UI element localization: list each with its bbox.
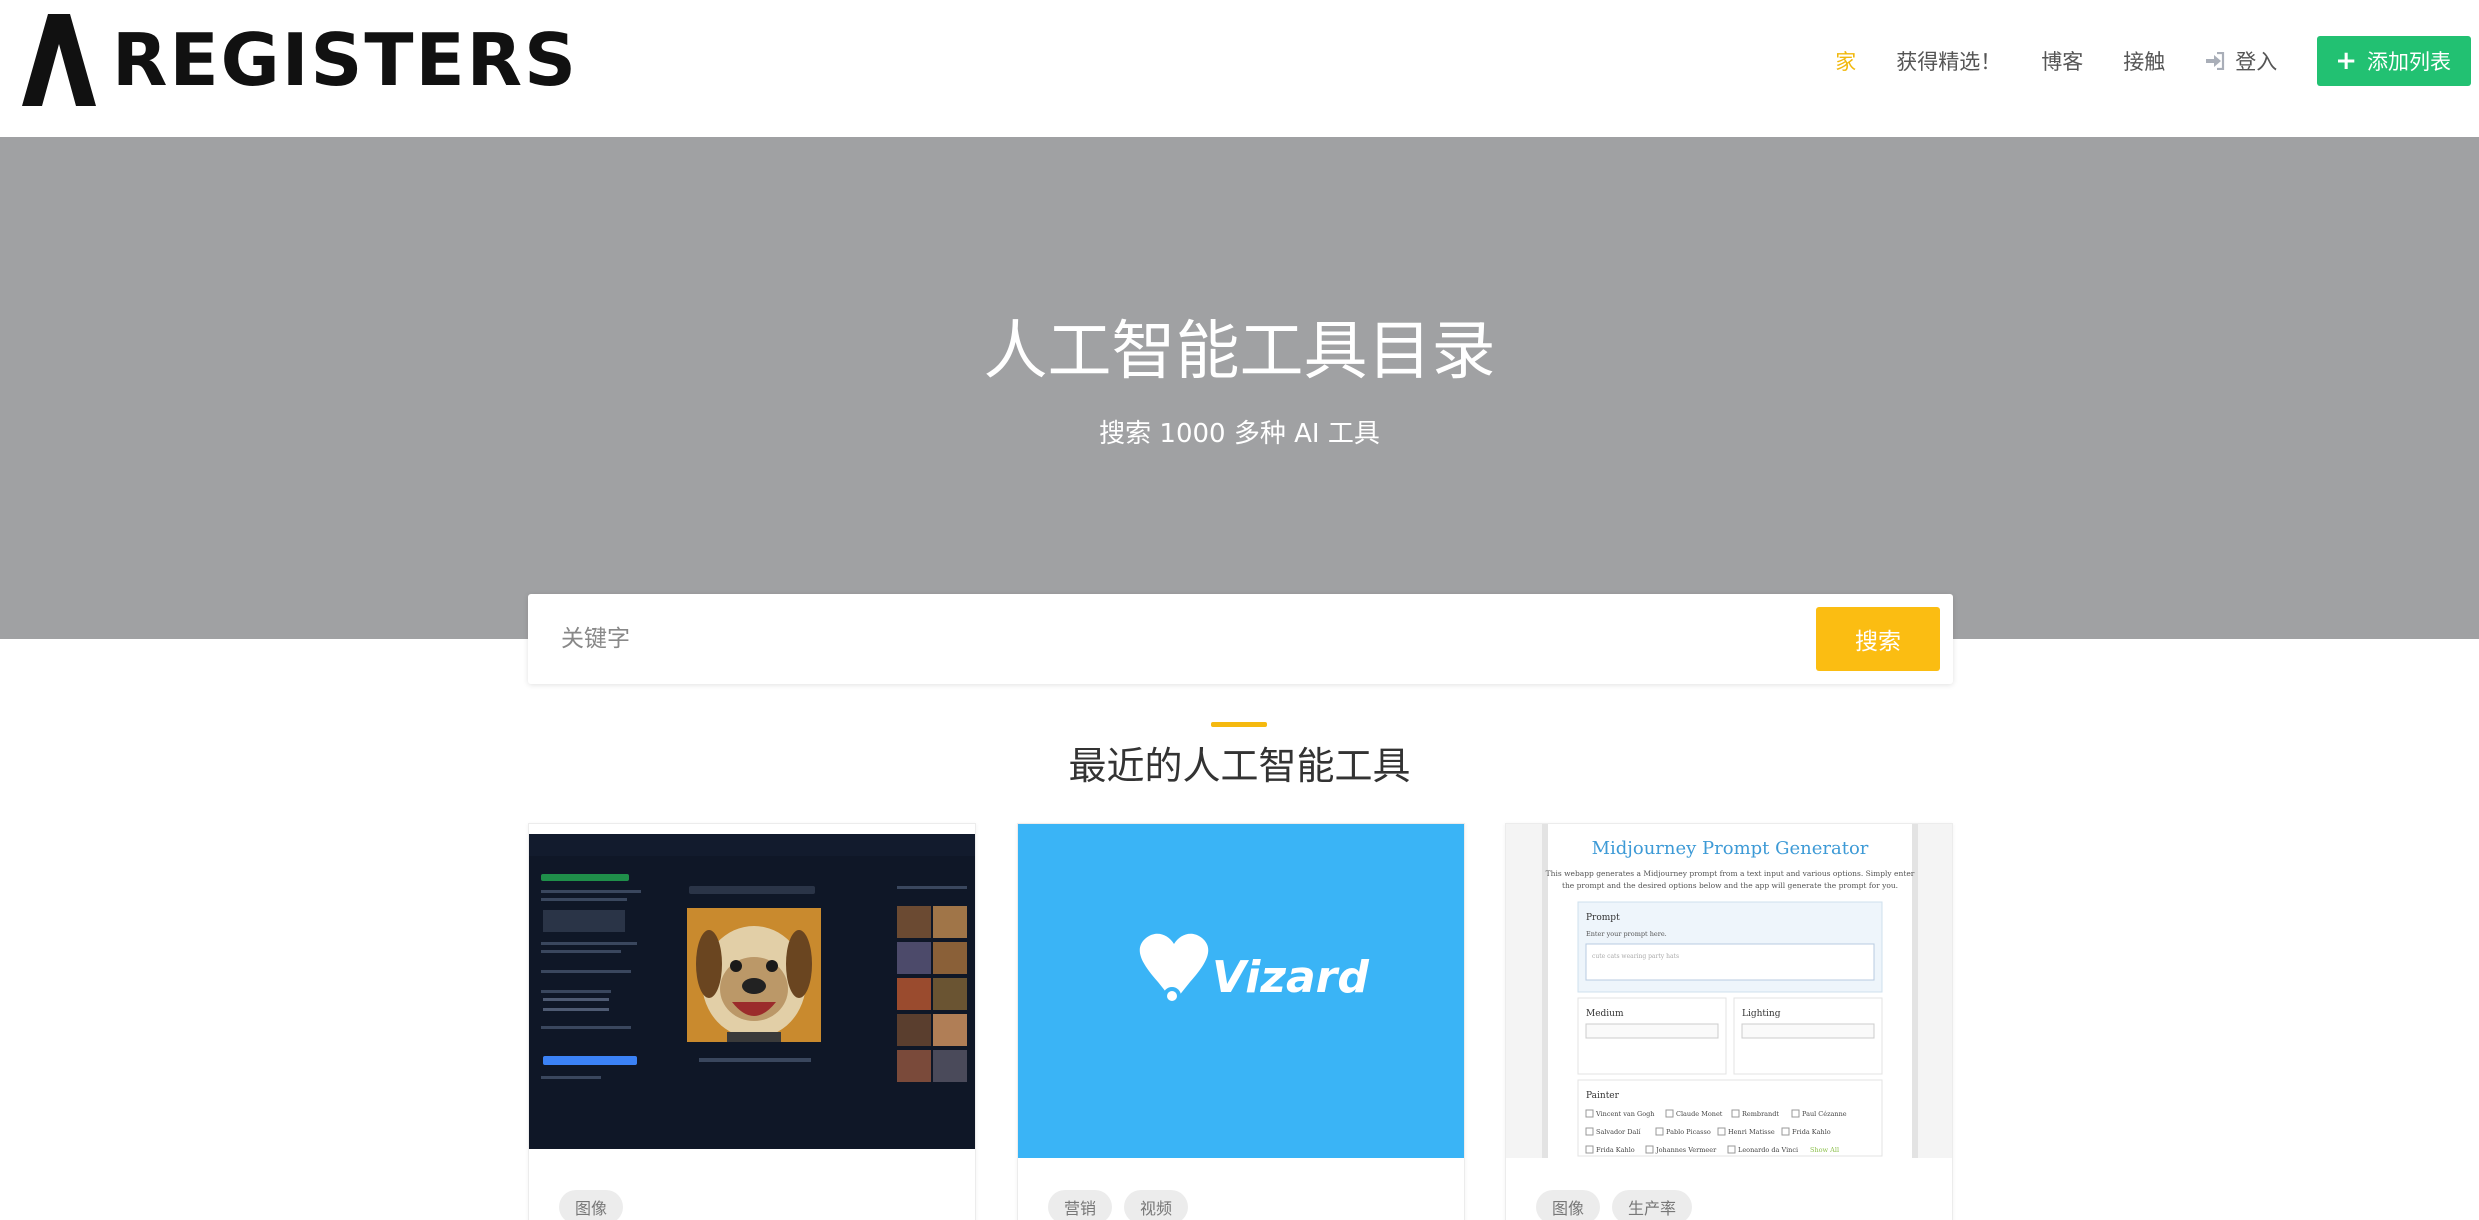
mj-prompt-placeholder: cute cats wearing party hats xyxy=(1592,953,1679,960)
svg-text:Leonardo da Vinci: Leonardo da Vinci xyxy=(1738,1146,1798,1154)
add-listing-label: 添加列表 xyxy=(2367,50,2451,74)
logo-text: REGISTERS xyxy=(112,18,578,102)
plus-icon: + xyxy=(2335,46,2357,76)
tool-card[interactable]: Midjourney Prompt Generator This webapp … xyxy=(1505,823,1953,1220)
tag-image[interactable]: 图像 xyxy=(559,1190,624,1220)
tag-list: 图像 xyxy=(559,1190,635,1220)
tag-marketing[interactable]: 营销 xyxy=(1048,1190,1113,1220)
tool-card-thumbnail[interactable] xyxy=(529,824,975,1158)
tag-image[interactable]: 图像 xyxy=(1536,1190,1601,1220)
add-listing-button[interactable]: + 添加列表 xyxy=(2317,36,2471,86)
site-logo[interactable]: REGISTERS xyxy=(22,14,578,106)
svg-text:Salvador Dalí: Salvador Dalí xyxy=(1596,1128,1641,1136)
svg-text:Pablo Picasso: Pablo Picasso xyxy=(1666,1128,1711,1136)
nav-home[interactable]: 家 xyxy=(1835,46,1856,76)
mj-lighting-label: Lighting xyxy=(1742,1009,1781,1019)
svg-text:Vincent van Gogh: Vincent van Gogh xyxy=(1595,1110,1654,1118)
svg-text:Rembrandt: Rembrandt xyxy=(1742,1110,1779,1118)
hero-banner: 人工智能工具目录 搜索 1000 多种 AI 工具 xyxy=(0,137,2479,639)
section-divider xyxy=(1211,722,1267,727)
tool-card-thumbnail[interactable]: Midjourney Prompt Generator This webapp … xyxy=(1506,824,1952,1158)
svg-text:Show All: Show All xyxy=(1810,1146,1839,1154)
tag-list: 营销 视频 xyxy=(1048,1190,1200,1220)
tool-card[interactable]: Vizard 营销 视频 xyxy=(1017,823,1465,1220)
midjourney-prompt-generator-thumbnail: Midjourney Prompt Generator This webapp … xyxy=(1506,824,1952,1158)
mj-painter-label: Painter xyxy=(1586,1091,1620,1101)
mj-desc-2: the prompt and the desired options below… xyxy=(1562,881,1898,890)
svg-text:Claude Monet: Claude Monet xyxy=(1676,1110,1723,1118)
search-box: 搜索 xyxy=(528,594,1953,684)
tag-video[interactable]: 视频 xyxy=(1124,1190,1189,1220)
search-button[interactable]: 搜索 xyxy=(1816,607,1940,671)
mj-desc-1: This webapp generates a Midjourney promp… xyxy=(1546,869,1915,878)
svg-text:Henri Matisse: Henri Matisse xyxy=(1728,1128,1775,1136)
svg-text:Paul Cézanne: Paul Cézanne xyxy=(1802,1110,1847,1118)
logo-a-mark-icon xyxy=(22,14,96,106)
svg-text:Frida Kahlo: Frida Kahlo xyxy=(1792,1128,1831,1136)
nav-login-label: 登入 xyxy=(2235,50,2278,74)
nav-contact[interactable]: 接触 xyxy=(2123,46,2165,76)
nav-featured[interactable]: 获得精选！ xyxy=(1896,46,2001,76)
mj-prompt-hint: Enter your prompt here. xyxy=(1586,930,1667,938)
main-nav: 家 获得精选！ 博客 接触 登入 + 添加列表 xyxy=(1835,0,2479,122)
tool-card[interactable]: 图像 xyxy=(528,823,976,1220)
mj-medium-label: Medium xyxy=(1586,1009,1624,1019)
hero-subtitle: 搜索 1000 多种 AI 工具 xyxy=(1099,419,1380,449)
keyword-search-input[interactable] xyxy=(528,594,1798,684)
vizard-wordmark: Vizard xyxy=(1212,952,1369,1003)
section-title: 最近的人工智能工具 xyxy=(1068,744,1411,788)
svg-text:Frida Kahlo: Frida Kahlo xyxy=(1596,1146,1635,1154)
nav-login[interactable]: 登入 xyxy=(2205,46,2277,76)
sign-in-icon xyxy=(2206,52,2225,70)
mj-title: Midjourney Prompt Generator xyxy=(1592,838,1869,859)
tool-card-thumbnail[interactable]: Vizard xyxy=(1018,824,1464,1158)
nav-blog[interactable]: 博客 xyxy=(2041,46,2083,76)
tag-list: 图像 生产率 xyxy=(1536,1190,1704,1220)
svg-text:Johannes Vermeer: Johannes Vermeer xyxy=(1655,1146,1717,1154)
site-header: REGISTERS 家 获得精选！ 博客 接触 登入 + 添加列表 xyxy=(0,0,2479,137)
app-screenshot-thumbnail xyxy=(529,824,975,1158)
hero-title: 人工智能工具目录 xyxy=(983,315,1496,389)
mj-prompt-label: Prompt xyxy=(1586,913,1620,923)
tag-productivity[interactable]: 生产率 xyxy=(1612,1190,1693,1220)
vizard-brand-thumbnail: Vizard xyxy=(1018,824,1464,1158)
